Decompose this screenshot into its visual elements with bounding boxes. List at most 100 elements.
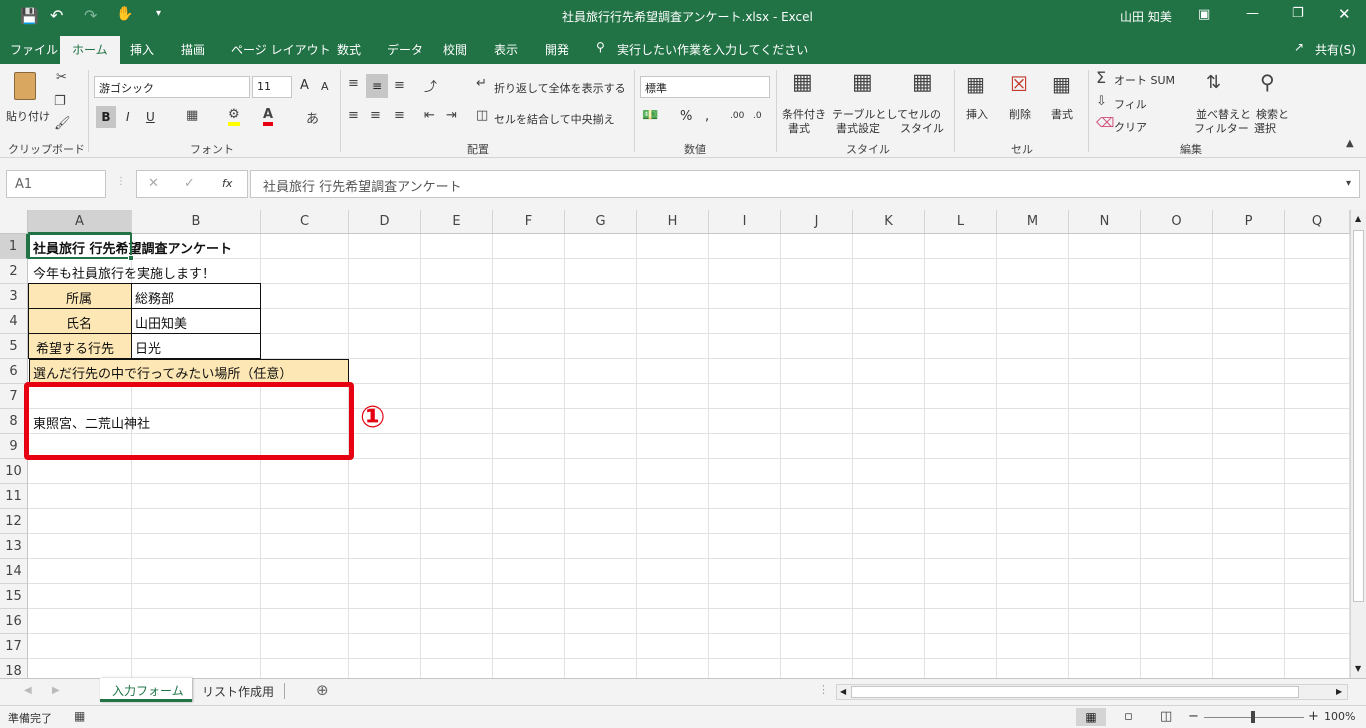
row-header-11[interactable]: 11 [0, 484, 28, 509]
font-name-select[interactable]: 游ゴシック [94, 76, 250, 98]
row-header-5[interactable]: 5 [0, 334, 28, 359]
normal-view-button[interactable]: ▦ [1076, 708, 1106, 726]
ribbon-display-icon[interactable]: ▣ [1198, 7, 1210, 22]
tab-view[interactable]: 表示 [494, 41, 518, 58]
delete-button[interactable]: 削除 [1009, 106, 1031, 122]
tab-page-layout[interactable]: ページ レイアウト [231, 41, 331, 58]
cut-icon[interactable]: ✂ [56, 70, 67, 85]
cell-a6[interactable]: 選んだ行先の中で行ってみたい場所（任意） [33, 363, 292, 382]
row-header-10[interactable]: 10 [0, 459, 28, 484]
next-sheet-icon[interactable]: ▶ [52, 685, 60, 696]
scroll-right-icon[interactable]: ▶ [1336, 687, 1342, 696]
page-layout-view-icon[interactable]: ▫ [1124, 709, 1133, 724]
underline-button[interactable]: U [146, 110, 155, 124]
align-right-icon[interactable]: ≡ [394, 108, 405, 123]
column-header-e[interactable]: E [421, 210, 493, 234]
tell-me-box[interactable]: 実行したい作業を入力してください [617, 41, 808, 58]
cancel-icon[interactable]: ✕ [148, 176, 159, 191]
sheet-tab-input-form[interactable]: 入力フォーム [100, 678, 192, 702]
column-header-n[interactable]: N [1069, 210, 1141, 234]
tab-draw[interactable]: 描画 [181, 41, 205, 58]
wrap-text-button[interactable]: 折り返して全体を表示する [494, 80, 626, 96]
align-top-icon[interactable]: ≡ [348, 76, 359, 91]
column-header-f[interactable]: F [493, 210, 565, 234]
column-header-o[interactable]: O [1141, 210, 1213, 234]
formula-input[interactable]: 社員旅行 行先希望調査アンケート [250, 170, 1360, 198]
scroll-up-icon[interactable]: ▲ [1355, 214, 1361, 223]
h-scroll-thumb[interactable] [851, 686, 1299, 698]
percent-button[interactable]: % [680, 109, 692, 124]
cell-b4[interactable]: 山田知美 [135, 313, 187, 332]
fill-button[interactable]: フィル [1114, 96, 1147, 112]
tab-data[interactable]: データ [387, 41, 423, 58]
bold-button[interactable]: B [96, 106, 116, 128]
share-button[interactable]: 共有(S) [1315, 41, 1356, 58]
merge-center-button[interactable]: セルを結合して中央揃え [494, 111, 615, 127]
insert-button[interactable]: 挿入 [966, 106, 988, 122]
expand-formula-icon[interactable]: ▾ [1346, 178, 1351, 189]
macro-record-icon[interactable]: ▦ [74, 709, 85, 723]
row-header-1[interactable]: 1 [0, 234, 28, 259]
align-middle-button[interactable]: ≡ [366, 74, 388, 98]
column-header-m[interactable]: M [997, 210, 1069, 234]
row-header-2[interactable]: 2 [0, 259, 28, 284]
row-header-6[interactable]: 6 [0, 359, 28, 384]
column-header-h[interactable]: H [637, 210, 709, 234]
format-button[interactable]: 書式 [1051, 106, 1073, 122]
row-header-13[interactable]: 13 [0, 534, 28, 559]
select-all-button[interactable] [0, 210, 28, 234]
zoom-level[interactable]: 100% [1324, 710, 1355, 723]
format-painter-icon[interactable]: 🖌 [54, 116, 71, 131]
column-header-k[interactable]: K [853, 210, 925, 234]
customize-qat-icon[interactable]: ▾ [156, 8, 161, 19]
grow-font-button[interactable]: A [300, 78, 309, 93]
cell-a4[interactable]: 氏名 [66, 313, 92, 332]
phonetic-icon[interactable]: あ [306, 108, 319, 127]
orientation-icon[interactable]: ⤴ [424, 76, 437, 95]
fill-handle[interactable] [128, 255, 134, 261]
column-header-a[interactable]: A [28, 210, 132, 234]
cell-a3[interactable]: 所属 [66, 288, 92, 307]
fill-color-icon[interactable]: ⚙ [228, 107, 240, 126]
paste-button[interactable]: 貼り付け [6, 70, 50, 128]
new-sheet-icon[interactable]: ⊕ [316, 681, 329, 699]
cell-b3[interactable]: 総務部 [135, 288, 174, 307]
row-header-3[interactable]: 3 [0, 284, 28, 309]
column-header-p[interactable]: P [1213, 210, 1285, 234]
column-header-b[interactable]: B [132, 210, 261, 234]
scroll-down-icon[interactable]: ▼ [1355, 664, 1361, 673]
scroll-left-icon[interactable]: ◀ [840, 687, 846, 696]
shrink-font-button[interactable]: A [321, 80, 329, 93]
font-size-select[interactable]: 11 [252, 76, 292, 98]
worksheet-grid[interactable]: ABCDEFGHIJKLMNOPQ 1 2 3 4 5 6 7 8 9 10 11 12 13 14 15 1… [0, 210, 1366, 684]
minimize-icon[interactable]: — [1246, 6, 1259, 21]
redo-icon[interactable]: ↷ [84, 6, 97, 25]
row-header-17[interactable]: 17 [0, 634, 28, 659]
zoom-out-button[interactable]: − [1188, 709, 1199, 724]
tab-split-handle[interactable]: ⋮ [818, 683, 829, 696]
autosum-button[interactable]: オート SUM [1114, 72, 1175, 88]
number-format-select[interactable]: 標準 [640, 76, 770, 98]
row-header-14[interactable]: 14 [0, 559, 28, 584]
cell-a5[interactable]: 希望する行先 [36, 338, 114, 357]
italic-button[interactable]: I [126, 110, 130, 124]
column-header-q[interactable]: Q [1285, 210, 1350, 234]
tab-insert[interactable]: 挿入 [130, 41, 154, 58]
column-header-g[interactable]: G [565, 210, 637, 234]
zoom-thumb[interactable] [1251, 711, 1255, 723]
touch-mode-icon[interactable]: ✋ [116, 6, 133, 22]
save-icon[interactable]: 💾 [20, 7, 39, 25]
column-header-i[interactable]: I [709, 210, 781, 234]
zoom-in-button[interactable]: + [1308, 709, 1319, 724]
tab-home[interactable]: ホーム [60, 36, 120, 64]
decrease-decimal-button[interactable]: .0 [753, 111, 762, 121]
borders-icon[interactable]: ▦ [186, 108, 198, 123]
column-header-l[interactable]: L [925, 210, 997, 234]
increase-decimal-button[interactable]: .00 [730, 111, 744, 121]
insert-function-button[interactable]: fx [222, 177, 232, 190]
prev-sheet-icon[interactable]: ◀ [24, 685, 32, 696]
tab-review[interactable]: 校閲 [443, 41, 467, 58]
column-header-d[interactable]: D [349, 210, 421, 234]
decrease-indent-icon[interactable]: ⇤ [424, 108, 435, 123]
zoom-slider[interactable] [1204, 711, 1304, 723]
